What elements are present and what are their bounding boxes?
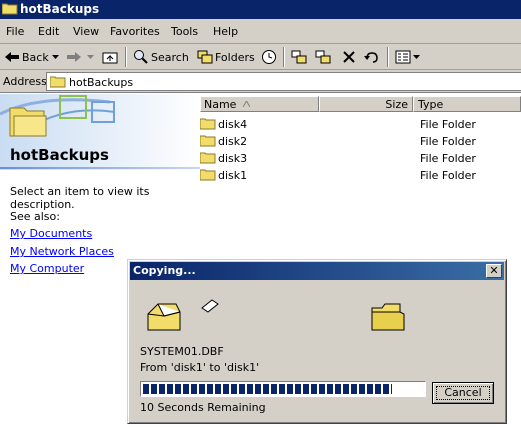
- dialog-titlebar[interactable]: Copying... ✕: [130, 262, 504, 280]
- copying-file-name: SYSTEM01.DBF: [140, 345, 224, 358]
- back-label: Back: [22, 50, 49, 64]
- chevron-down-icon: [52, 55, 59, 59]
- destination-folder-icon: [371, 303, 405, 331]
- search-label: Search: [151, 50, 189, 64]
- copy-source-destination: From 'disk1' to 'disk1': [140, 361, 260, 374]
- forward-arrow-icon: [67, 52, 81, 62]
- copy-to-icon: [315, 50, 331, 64]
- folders-label: Folders: [215, 50, 255, 64]
- column-header-name[interactable]: Name: [200, 96, 319, 112]
- cancel-button[interactable]: Cancel: [432, 382, 494, 404]
- search-button[interactable]: Search: [133, 47, 189, 67]
- close-icon: ✕: [489, 264, 499, 277]
- menu-tools[interactable]: Tools: [171, 25, 198, 38]
- undo-button[interactable]: [364, 47, 380, 67]
- copy-progress-bar: [140, 381, 426, 397]
- search-icon: [134, 50, 148, 64]
- address-value: hotBackups: [69, 76, 134, 89]
- menu-help[interactable]: Help: [213, 25, 238, 38]
- toolbar-separator: [125, 47, 127, 67]
- sort-ascending-icon: [243, 101, 250, 107]
- link-my-network-places[interactable]: My Network Places: [10, 245, 114, 258]
- file-type: File Folder: [420, 152, 476, 165]
- toolbar: Back Search Folders: [0, 44, 521, 70]
- folder-icon: [200, 152, 216, 164]
- history-icon: [262, 50, 276, 64]
- column-header-type[interactable]: Type: [413, 96, 521, 112]
- folder-icon: [200, 118, 216, 130]
- folder-icon: [2, 3, 18, 15]
- file-type: File Folder: [420, 135, 476, 148]
- address-bar: Address hotBackups: [0, 70, 521, 93]
- file-row[interactable]: disk2 File Folder: [200, 133, 521, 150]
- toolbar-separator: [387, 47, 389, 67]
- file-name: disk1: [218, 169, 248, 182]
- back-dropdown[interactable]: [52, 47, 59, 67]
- source-folder-icon: [147, 303, 181, 331]
- folder-icon: [200, 135, 216, 147]
- file-row[interactable]: disk4 File Folder: [200, 116, 521, 133]
- up-folder-icon: [102, 52, 118, 64]
- folder-icon: [50, 76, 66, 88]
- views-icon: [395, 50, 411, 64]
- link-my-computer[interactable]: My Computer: [10, 262, 84, 275]
- delete-icon: [343, 51, 355, 63]
- column-name-label: Name: [204, 98, 237, 111]
- see-also-label: See also:: [10, 210, 60, 223]
- close-button[interactable]: ✕: [486, 264, 502, 278]
- menu-favorites[interactable]: Favorites: [110, 25, 160, 38]
- forward-dropdown[interactable]: [87, 47, 94, 67]
- address-field[interactable]: hotBackups: [46, 72, 521, 91]
- folder-title: hotBackups: [10, 146, 109, 164]
- folders-button[interactable]: Folders: [197, 47, 255, 67]
- chevron-down-icon: [413, 55, 420, 59]
- forward-button[interactable]: [66, 47, 82, 67]
- file-row[interactable]: disk1 File Folder: [200, 167, 521, 184]
- address-label: Address: [3, 75, 47, 88]
- file-name: disk2: [218, 135, 248, 148]
- window-title: hotBackups: [20, 2, 100, 16]
- time-remaining: 10 Seconds Remaining: [140, 401, 266, 414]
- file-row[interactable]: disk3 File Folder: [200, 150, 521, 167]
- column-size-label: Size: [385, 98, 408, 111]
- flying-document-icon: [201, 299, 219, 313]
- link-my-documents[interactable]: My Documents: [10, 227, 92, 240]
- up-folder-button[interactable]: [102, 47, 118, 67]
- dialog-title: Copying...: [133, 264, 196, 277]
- file-name: disk3: [218, 152, 248, 165]
- file-type: File Folder: [420, 169, 476, 182]
- views-button[interactable]: [395, 47, 420, 67]
- column-header-size[interactable]: Size: [319, 96, 413, 112]
- file-type: File Folder: [420, 118, 476, 131]
- menu-view[interactable]: View: [73, 25, 99, 38]
- copy-to-button[interactable]: [315, 47, 331, 67]
- title-divider: [0, 167, 200, 169]
- move-to-button[interactable]: [291, 47, 307, 67]
- menu-file[interactable]: File: [6, 25, 24, 38]
- progress-fill: [143, 384, 392, 394]
- column-type-label: Type: [418, 98, 444, 111]
- chevron-down-icon: [87, 55, 94, 59]
- toolbar-separator: [283, 47, 285, 67]
- folders-icon: [197, 50, 213, 64]
- window-titlebar[interactable]: hotBackups: [0, 0, 521, 19]
- menu-edit[interactable]: Edit: [38, 25, 59, 38]
- folder-icon: [200, 169, 216, 181]
- back-arrow-icon: [5, 52, 19, 62]
- history-button[interactable]: [261, 47, 277, 67]
- move-to-icon: [291, 50, 307, 64]
- back-button[interactable]: Back: [4, 47, 49, 67]
- undo-icon: [364, 52, 378, 63]
- delete-button[interactable]: [342, 47, 356, 67]
- cancel-label: Cancel: [444, 386, 482, 399]
- menu-bar: File Edit View Favorites Tools Help: [0, 19, 521, 44]
- file-name: disk4: [218, 118, 248, 131]
- description-text: Select an item to view its description.: [10, 185, 150, 211]
- copy-progress-dialog: Copying... ✕ SYSTEM01.DBF From 'disk1' t…: [127, 259, 507, 424]
